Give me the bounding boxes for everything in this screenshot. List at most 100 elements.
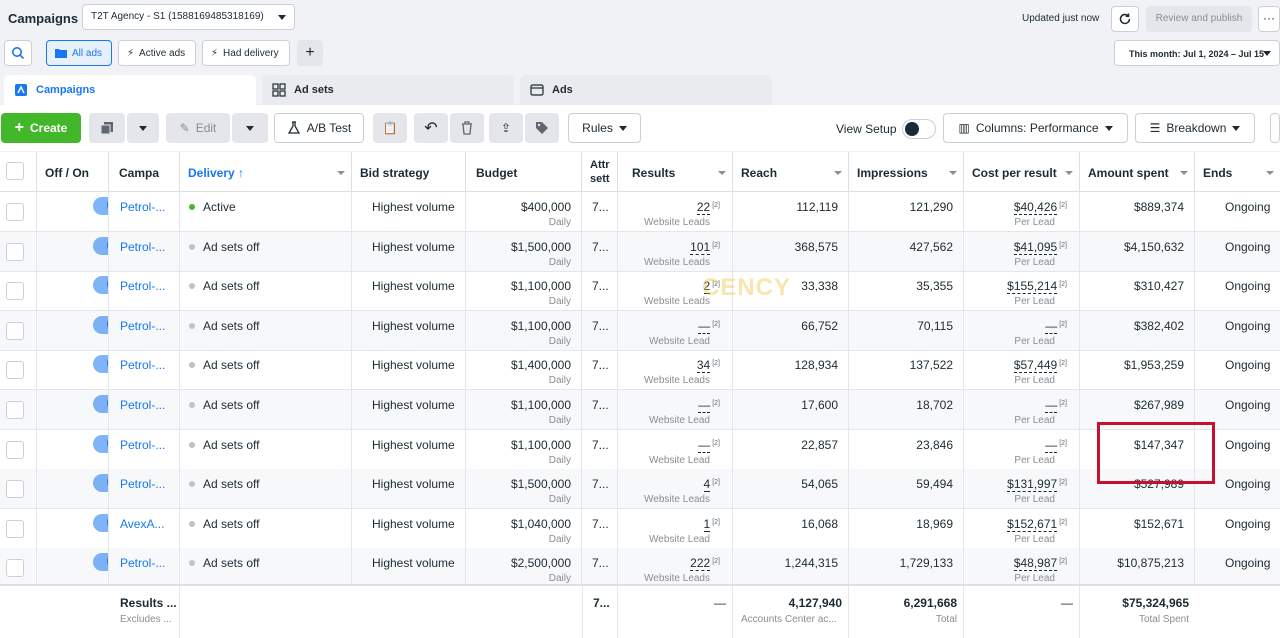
footer-results-label: Results ... Excludes ... — [109, 586, 180, 638]
header-budget[interactable]: Budget — [466, 152, 582, 192]
header-amount-spent[interactable]: Amount spent — [1080, 152, 1195, 192]
ab-test-button[interactable]: A/B Test — [274, 113, 364, 143]
edit-button[interactable]: ✎ Edit — [166, 113, 230, 143]
budget-cell: $1,100,000 Daily — [466, 429, 582, 470]
header-delivery[interactable]: Delivery ↑ — [180, 152, 352, 192]
header-results[interactable]: Results — [618, 152, 733, 192]
filter-all-ads[interactable]: All ads — [46, 40, 112, 66]
campaign-name-link[interactable]: Petrol-... — [120, 240, 165, 254]
reach-cell: 128,934 — [733, 350, 849, 391]
search-button[interactable] — [4, 40, 32, 66]
header-impressions[interactable]: Impressions — [849, 152, 964, 192]
rules-button[interactable]: Rules — [568, 113, 641, 143]
delivery-cell: Ad sets off — [180, 271, 352, 312]
trash-icon — [462, 121, 472, 135]
header-attribution[interactable]: Attr sett — [582, 152, 618, 192]
bid-strategy-cell: Highest volume — [352, 429, 466, 470]
breakdown-button[interactable]: ☰ Breakdown — [1135, 113, 1255, 143]
budget-cell: $1,100,000 Daily — [466, 271, 582, 312]
campaign-name-link[interactable]: Petrol-... — [120, 279, 165, 293]
table-footer: Results ... Excludes ... 7... — 4,127,94… — [0, 584, 1280, 638]
campaign-name-link[interactable]: Petrol-... — [120, 319, 165, 333]
table-row[interactable]: Petrol-... Active Highest volume $400,00… — [0, 192, 1280, 232]
table-row[interactable]: Petrol-... Ad sets off Highest volume $1… — [0, 231, 1280, 272]
tab-ad-sets[interactable]: Ad sets — [262, 75, 514, 105]
row-checkbox[interactable] — [6, 440, 24, 459]
chevron-down-icon — [1266, 171, 1274, 175]
delete-button[interactable] — [450, 113, 484, 143]
table-row[interactable]: Petrol-... Ad sets off Highest volume $1… — [0, 429, 1280, 470]
select-all-checkbox[interactable] — [6, 162, 24, 180]
row-checkbox[interactable] — [6, 361, 24, 380]
campaign-name-link[interactable]: Petrol-... — [120, 556, 165, 570]
header-ends[interactable]: Ends — [1195, 152, 1280, 192]
tab-campaigns[interactable]: Campaigns — [4, 75, 256, 105]
undo-button[interactable]: ↶ — [414, 113, 448, 143]
table-row[interactable]: AvexA... Ad sets off Highest volume $1,0… — [0, 508, 1280, 549]
view-setup-toggle[interactable] — [902, 119, 936, 139]
refresh-icon — [1119, 13, 1131, 25]
campaign-name-link[interactable]: Petrol-... — [120, 358, 165, 372]
campaign-name-link[interactable]: Petrol-... — [120, 438, 165, 452]
tag-icon — [536, 122, 548, 134]
attribution-cell: 7... — [582, 350, 618, 391]
columns-button[interactable]: ▥ Columns: Performance — [943, 113, 1128, 143]
header-cost-per-result[interactable]: Cost per result — [964, 152, 1080, 192]
campaign-name-link[interactable]: Petrol-... — [120, 200, 165, 214]
campaign-name-cell: Petrol-... — [109, 192, 180, 232]
row-checkbox[interactable] — [6, 282, 24, 301]
row-checkbox[interactable] — [6, 401, 24, 419]
row-checkbox[interactable] — [6, 480, 24, 499]
row-checkbox[interactable] — [6, 321, 24, 340]
campaign-name-link[interactable]: Petrol-... — [120, 477, 165, 491]
account-selector[interactable]: T2T Agency - S1 (1588169485318169) — [82, 4, 295, 30]
impressions-cell: 70,115 — [849, 310, 964, 351]
delivery-cell: Ad sets off — [180, 508, 352, 549]
row-checkbox[interactable] — [6, 519, 24, 538]
header-bid-strategy[interactable]: Bid strategy — [352, 152, 466, 192]
cost-per-result-cell: $41,095 [2] Per Lead — [964, 231, 1080, 272]
delivery-cell: Ad sets off — [180, 310, 352, 351]
header-campaign[interactable]: Campa — [109, 152, 180, 192]
duplicate-dropdown[interactable] — [127, 113, 159, 143]
overflow-button[interactable] — [1270, 113, 1280, 143]
campaign-name-link[interactable]: AvexA... — [120, 517, 164, 531]
footer-cost-per-result: — — [964, 586, 1080, 638]
table-row[interactable]: Petrol-... Ad sets off Highest volume $1… — [0, 390, 1280, 430]
row-checkbox[interactable] — [6, 559, 24, 578]
campaign-name-link[interactable]: Petrol-... — [120, 398, 165, 412]
impressions-cell: 427,562 — [849, 231, 964, 272]
clipboard-button[interactable]: 📋 — [373, 113, 407, 143]
table-row[interactable]: Petrol-... Ad sets off Highest volume $1… — [0, 350, 1280, 391]
row-select-cell — [0, 390, 37, 430]
header-reach[interactable]: Reach — [733, 152, 849, 192]
table-row[interactable]: Petrol-... Ad sets off Highest volume $1… — [0, 271, 1280, 312]
refresh-button[interactable] — [1111, 6, 1139, 32]
grid-icon — [272, 83, 286, 97]
info-icon: [2] — [712, 558, 720, 566]
table-row[interactable]: Petrol-... Ad sets off Highest volume $1… — [0, 310, 1280, 351]
add-filter-button[interactable]: + — [297, 40, 323, 66]
columns-icon: ▥ — [958, 121, 970, 135]
export-button[interactable]: ⇪ — [489, 113, 523, 143]
breakdown-icon: ☰ — [1149, 121, 1161, 135]
row-select-cell — [0, 271, 37, 312]
table-row[interactable]: Petrol-... Ad sets off Highest volume $2… — [0, 548, 1280, 589]
create-button[interactable]: + Create — [1, 113, 81, 143]
bid-strategy-cell: Highest volume — [352, 469, 466, 510]
more-options-button[interactable]: ··· — [1258, 6, 1280, 32]
header-select-all[interactable] — [0, 152, 37, 192]
filter-active-ads[interactable]: ⚡ Active ads — [118, 40, 196, 66]
tag-button[interactable] — [525, 113, 559, 143]
row-checkbox[interactable] — [6, 242, 24, 261]
row-toggle-cell — [37, 192, 109, 232]
filter-had-delivery[interactable]: ⚡ Had delivery — [202, 40, 290, 66]
edit-dropdown[interactable] — [232, 113, 268, 143]
date-range-picker[interactable]: This month: Jul 1, 2024 – Jul 15 — [1114, 40, 1280, 66]
tab-ads[interactable]: Ads — [520, 75, 772, 105]
duplicate-button[interactable] — [89, 113, 125, 143]
review-publish-button[interactable]: Review and publish — [1146, 6, 1252, 32]
table-row[interactable]: Petrol-... Ad sets off Highest volume $1… — [0, 469, 1280, 510]
row-checkbox[interactable] — [6, 203, 24, 221]
info-icon: [2] — [1059, 439, 1067, 447]
